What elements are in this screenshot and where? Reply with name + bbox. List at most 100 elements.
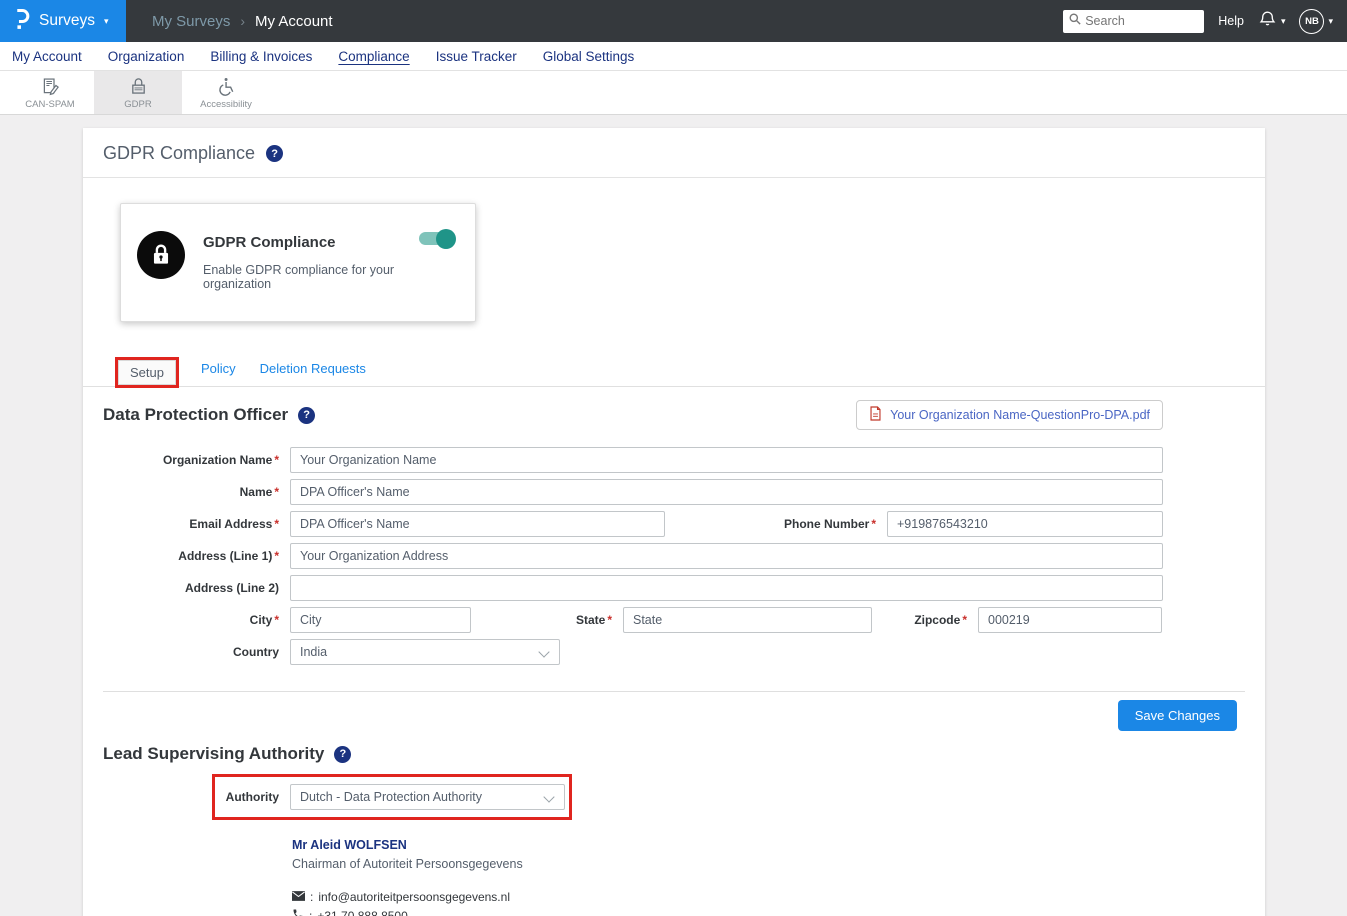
chevron-down-icon: ▾: [1328, 17, 1333, 26]
accessibility-icon: [216, 76, 237, 97]
card-title: GDPR Compliance: [203, 234, 455, 251]
address1-field[interactable]: [290, 543, 1163, 569]
notifications-menu[interactable]: ▾: [1258, 9, 1286, 33]
page-title: GDPR Compliance ?: [83, 128, 1265, 178]
topbar-actions: Help ▾ NB ▾: [1063, 9, 1347, 34]
page-background: GDPR Compliance ? GDPR Compliance Enable…: [0, 115, 1347, 916]
tab-can-spam[interactable]: CAN-SPAM: [6, 71, 94, 114]
help-link[interactable]: Help: [1218, 14, 1244, 28]
required-icon: *: [274, 549, 279, 563]
card-description: Enable GDPR compliance for your organiza…: [203, 263, 455, 291]
country-selected-value: India: [300, 645, 327, 659]
state-label: State*: [471, 613, 623, 627]
name-label: Name*: [103, 485, 290, 499]
contact-phone-line: : +31 70 888 8500: [292, 908, 1245, 916]
nav-global-settings[interactable]: Global Settings: [543, 49, 635, 64]
name-field[interactable]: [290, 479, 1163, 505]
account-nav: My Account Organization Billing & Invoic…: [0, 42, 1347, 71]
organization-name-field[interactable]: [290, 447, 1163, 473]
email-label: Email Address*: [103, 517, 290, 531]
padlock-icon: [128, 76, 149, 97]
nav-organization[interactable]: Organization: [108, 49, 185, 64]
required-icon: *: [274, 453, 279, 467]
contact-role: Chairman of Autoriteit Persoonsgegevens: [292, 857, 1245, 871]
nav-my-account[interactable]: My Account: [12, 49, 82, 64]
setup-tab-bar: Setup Policy Deletion Requests: [83, 355, 1265, 387]
envelope-icon: [292, 890, 305, 904]
contact-email: info@autoriteitpersoonsgegevens.nl: [318, 890, 510, 904]
account-menu[interactable]: NB ▾: [1299, 9, 1333, 34]
bell-icon: [1258, 9, 1277, 33]
authority-contact-card: Mr Aleid WOLFSEN Chairman of Autoriteit …: [292, 838, 1245, 916]
breadcrumb-my-account: My Account: [255, 13, 333, 30]
pdf-button-label: Your Organization Name-QuestionPro-DPA.p…: [890, 408, 1150, 422]
separator: :: [309, 909, 312, 916]
nav-compliance[interactable]: Compliance: [338, 49, 409, 64]
tab-setup[interactable]: Setup: [118, 360, 176, 385]
city-field[interactable]: [290, 607, 471, 633]
tab-label: GDPR: [124, 99, 151, 110]
phone-label: Phone Number*: [665, 517, 887, 531]
contact-name: Mr Aleid WOLFSEN: [292, 838, 1245, 852]
tab-policy[interactable]: Policy: [199, 355, 238, 386]
dpo-section: Data Protection Officer ? Your Organizat…: [83, 400, 1265, 731]
tab-accessibility[interactable]: Accessibility: [182, 71, 270, 114]
phone-field[interactable]: [887, 511, 1163, 537]
city-label: City*: [103, 613, 290, 627]
breadcrumb-my-surveys[interactable]: My Surveys: [152, 13, 230, 30]
authority-select[interactable]: Dutch - Data Protection Authority: [290, 784, 565, 810]
lsa-section: Lead Supervising Authority ? Authority D…: [83, 744, 1265, 916]
card-text: GDPR Compliance Enable GDPR compliance f…: [203, 231, 455, 291]
dpa-pdf-button[interactable]: Your Organization Name-QuestionPro-DPA.p…: [856, 400, 1163, 430]
email-field[interactable]: [290, 511, 665, 537]
state-field[interactable]: [623, 607, 872, 633]
authority-label: Authority: [215, 790, 290, 804]
lock-badge: [137, 231, 185, 279]
country-select[interactable]: India: [290, 639, 560, 665]
authority-selected-value: Dutch - Data Protection Authority: [300, 790, 482, 804]
tab-deletion-requests[interactable]: Deletion Requests: [258, 355, 368, 386]
address2-field[interactable]: [290, 575, 1163, 601]
dpo-title-text: Data Protection Officer: [103, 405, 288, 425]
zipcode-label: Zipcode*: [872, 613, 978, 627]
lsa-title: Lead Supervising Authority ?: [103, 744, 1245, 764]
required-icon: *: [274, 517, 279, 531]
required-icon: *: [607, 613, 612, 627]
page-title-text: GDPR Compliance: [103, 143, 255, 164]
dpo-save-button[interactable]: Save Changes: [1118, 700, 1237, 731]
address1-label: Address (Line 1)*: [103, 549, 290, 563]
gdpr-compliance-card: GDPR Compliance Enable GDPR compliance f…: [120, 203, 476, 322]
pdf-icon: [869, 406, 882, 424]
organization-name-label: Organization Name*: [103, 453, 290, 467]
zipcode-field[interactable]: [978, 607, 1162, 633]
country-label: Country: [103, 645, 290, 659]
phone-icon: [292, 908, 304, 916]
separator: :: [310, 890, 313, 904]
compliance-tab-bar: CAN-SPAM GDPR Accessibility: [0, 71, 1347, 115]
product-name: Surveys: [39, 12, 95, 30]
required-icon: *: [871, 517, 876, 531]
nav-issue-tracker[interactable]: Issue Tracker: [436, 49, 517, 64]
help-icon[interactable]: ?: [334, 746, 351, 763]
card-section: GDPR Compliance Enable GDPR compliance f…: [83, 178, 1265, 322]
lsa-title-text: Lead Supervising Authority: [103, 744, 324, 764]
contact-phone: +31 70 888 8500: [317, 909, 407, 916]
required-icon: *: [962, 613, 967, 627]
breadcrumb: My Surveys › My Account: [152, 13, 333, 30]
topbar: Surveys ▾ My Surveys › My Account Help ▾…: [0, 0, 1347, 42]
tab-label: Accessibility: [200, 99, 252, 110]
tab-gdpr[interactable]: GDPR: [94, 71, 182, 114]
toggle-knob: [436, 229, 456, 249]
nav-billing-invoices[interactable]: Billing & Invoices: [210, 49, 312, 64]
search-box[interactable]: [1063, 10, 1204, 33]
breadcrumb-separator-icon: ›: [240, 13, 245, 29]
gdpr-toggle[interactable]: [419, 232, 455, 245]
help-icon[interactable]: ?: [266, 145, 283, 162]
product-switcher[interactable]: Surveys ▾: [0, 0, 126, 42]
address2-label: Address (Line 2): [103, 581, 290, 595]
search-icon: [1069, 12, 1081, 30]
lock-icon: [148, 242, 174, 268]
help-icon[interactable]: ?: [298, 407, 315, 424]
tab-label: CAN-SPAM: [25, 99, 74, 110]
search-input[interactable]: [1085, 14, 1198, 28]
